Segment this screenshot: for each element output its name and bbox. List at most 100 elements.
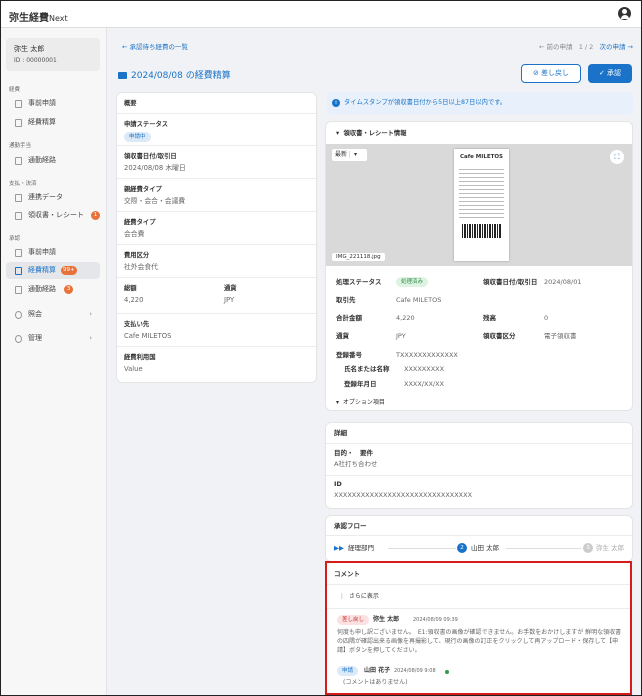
- date-label: 領収書日付/取引日: [124, 153, 177, 160]
- nav-receipts[interactable]: 領収書・レシート 1: [6, 207, 100, 224]
- receipt-viewer[interactable]: 最新 ▾ Cafe MILETOS ⛶ IMG_221118.jpg: [326, 144, 632, 266]
- summary-heading: 概要: [117, 93, 316, 114]
- nav-approval-request[interactable]: 事前申請: [6, 244, 100, 261]
- amount-value: 4,220: [124, 296, 144, 304]
- cur-label: 通貨: [336, 332, 349, 340]
- receipt-icon: [15, 212, 22, 220]
- approve-icon: [15, 267, 22, 275]
- search-icon: [15, 311, 22, 319]
- user-id: ID : 00000001: [14, 57, 57, 64]
- comment1-tag: 差し戻し: [337, 615, 370, 625]
- rdate-value: 2024/08/01: [544, 278, 582, 286]
- file-name: IMG_221118.jpg: [332, 253, 385, 261]
- barcode: [462, 224, 501, 238]
- receipt-lines: [459, 166, 504, 218]
- nav-expense-settle[interactable]: 経費精算: [6, 114, 100, 131]
- name-value: XXXXXXXXX: [404, 365, 445, 373]
- chevron-right-icon: ›: [89, 310, 92, 318]
- proc-label: 処理ステータス: [336, 278, 382, 286]
- rtype-value: 電子領収書: [544, 332, 577, 340]
- date-value: 2024/08/08 木曜日: [124, 164, 186, 172]
- name-label: 氏名または名称: [344, 365, 390, 373]
- receipt-heading[interactable]: ▾ 領収書・レシート情報: [336, 129, 407, 138]
- flow-step2-number: 2: [457, 543, 467, 553]
- comment2-tag: 申請: [337, 666, 359, 676]
- prev-link[interactable]: ← 前の申請: [539, 43, 573, 51]
- cost-label: 費用区分: [124, 252, 150, 259]
- nav-admin[interactable]: 管理 ›: [6, 330, 100, 347]
- approve-button[interactable]: ✓ 承認: [588, 64, 632, 83]
- comment1-text: 何度も申し訳ございません。 E1:領収書の画像が確認できません。お手数をおかけし…: [337, 629, 622, 654]
- page-title: 2024/08/08 の経費精算: [118, 68, 231, 81]
- comment1-time: 2024/08/09 09:39: [413, 617, 458, 623]
- receipt-image: Cafe MILETOS: [454, 149, 509, 261]
- comment1-author: 弥生 太郎: [373, 616, 400, 623]
- next-link[interactable]: 次の申請 →: [599, 43, 633, 51]
- back-link[interactable]: ← 承認待ち経費の一覧: [122, 41, 188, 51]
- show-more-link[interactable]: ⋮ さらに表示: [339, 592, 379, 601]
- sidebar: 弥生 太郎 ID : 00000001 経費 事前申請 経費精算 通勤手当 通勤…: [1, 28, 107, 695]
- status-badge: 申請中: [124, 132, 151, 142]
- flow-step3-number: 3: [583, 543, 593, 553]
- total-label: 合計金額: [336, 314, 362, 322]
- reg-value: TXXXXXXXXXXXXX: [396, 351, 458, 359]
- flow-step1: 経理部門: [348, 544, 374, 552]
- nav-linked-data[interactable]: 連携データ: [6, 189, 100, 206]
- nav-expense-request[interactable]: 事前申請: [6, 95, 100, 112]
- main-content: ← 承認待ち経費の一覧 ← 前の申請 1 / 2 次の申請 → 2024/08/…: [108, 28, 641, 695]
- usage-value: Value: [124, 365, 143, 373]
- account-icon[interactable]: [618, 7, 631, 20]
- balance-value: 0: [544, 314, 549, 322]
- approval-flow-card: 承認フロー ▶▶ 経理部門 2 山田 太郎 3 弥生 太郎: [326, 516, 632, 561]
- vendor-value: Cafe MILETOS: [396, 296, 442, 304]
- folder-icon: [118, 72, 127, 79]
- comment2-author: 山田 花子: [364, 667, 391, 674]
- document-icon: [15, 100, 22, 108]
- rdate-label: 領収書日付/取引日: [483, 278, 538, 286]
- sort-select[interactable]: 最新 ▾: [332, 149, 367, 161]
- approve-icon: [15, 249, 22, 257]
- nav-approval-settle[interactable]: 経費精算 99+: [6, 262, 100, 279]
- regdate-value: XXXX/XX/XX: [404, 380, 445, 388]
- users-icon: [15, 335, 22, 343]
- vendor-label: 取引先: [336, 296, 356, 304]
- details-card: 詳細 目的・ 要件 A社打ち合わせ ID XXXXXXXXXXXXXXXXXXX…: [326, 423, 632, 508]
- page-indicator: 1 / 2: [578, 43, 594, 51]
- return-button[interactable]: ⊘ 差し戻し: [521, 64, 581, 83]
- flow-step3: 弥生 太郎: [596, 544, 625, 552]
- flow-heading: 承認フロー: [334, 522, 367, 530]
- cost-value: 社外会食代: [124, 263, 158, 271]
- app-logo[interactable]: 弥生経費Next: [9, 9, 68, 24]
- options-toggle[interactable]: ▾ オプション項目: [336, 398, 385, 407]
- expand-icon[interactable]: ⛶: [610, 150, 624, 164]
- receipt-store-name: Cafe MILETOS: [460, 154, 503, 160]
- type-value: 交際・会合・会議費: [124, 197, 186, 205]
- comment2-time: 2024/08/09 9:08: [394, 668, 436, 674]
- nav-commute-route[interactable]: 通勤経路: [6, 152, 100, 169]
- reg-label: 登録番号: [336, 351, 362, 359]
- user-card[interactable]: 弥生 太郎 ID : 00000001: [6, 38, 100, 71]
- chevron-right-icon: ›: [89, 334, 92, 342]
- status-label: 申請ステータス: [124, 121, 169, 128]
- regdate-label: 登録年月日: [344, 380, 377, 388]
- payee-value: Cafe MILETOS: [124, 332, 172, 340]
- nav-approval-commute[interactable]: 通勤経路 3: [6, 281, 100, 298]
- comment2-text: (コメントはありません): [343, 679, 408, 686]
- purpose-value: A社打ち合わせ: [334, 460, 378, 468]
- nav-inquiry[interactable]: 照会 ›: [6, 306, 100, 323]
- amount-label: 総額: [124, 285, 137, 292]
- payee-label: 支払い先: [124, 321, 150, 328]
- type-label: 親経費タイプ: [124, 186, 162, 193]
- receipts-badge: 1: [91, 211, 100, 220]
- step-done-icon: ▶▶: [334, 544, 344, 552]
- subtype-value: 会合費: [124, 230, 145, 238]
- rtype-label: 領収書区分: [483, 332, 516, 340]
- link-icon: [15, 194, 22, 202]
- currency-value: JPY: [224, 296, 235, 304]
- section-approval: 承認: [9, 236, 21, 242]
- summary-card: 概要 申請ステータス 申請中 領収書日付/取引日 2024/08/08 木曜日 親経…: [117, 93, 316, 382]
- receipt-card: ▾ 領収書・レシート情報 最新 ▾ Cafe MILETOS ⛶ IMG_221…: [326, 122, 632, 410]
- document-icon: [15, 119, 22, 127]
- id-label: ID: [334, 480, 342, 488]
- online-dot: [445, 670, 449, 674]
